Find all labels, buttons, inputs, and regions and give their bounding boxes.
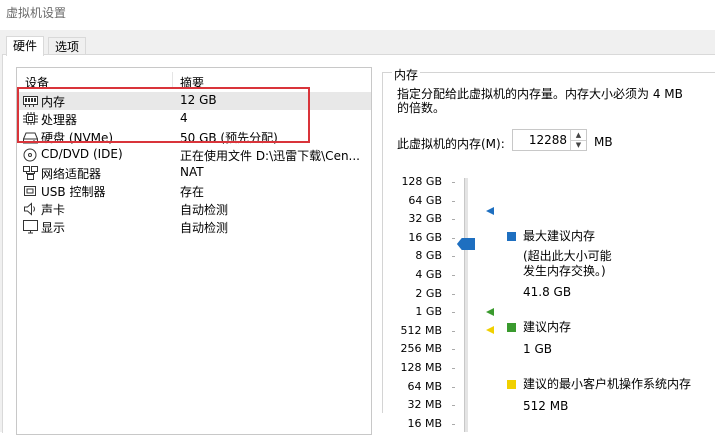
column-separator[interactable] — [172, 72, 173, 88]
spinner-buttons: ▲ ▼ — [570, 130, 586, 150]
scale-label: 512 MB — [400, 323, 442, 337]
scale-label: 8 GB — [415, 249, 442, 263]
cpu-icon — [23, 112, 38, 126]
usb-icon — [23, 184, 38, 198]
device-row-hard-disk[interactable]: 硬盘 (NVMe) 50 GB (预先分配) — [17, 128, 371, 146]
device-row-network-adapter[interactable]: 网络适配器 NAT — [17, 164, 371, 182]
device-row-memory[interactable]: 内存 12 GB — [17, 92, 371, 110]
scale-tick — [452, 275, 455, 276]
memory-size-spinner[interactable]: 12288 ▲ ▼ — [512, 129, 587, 151]
column-header-device[interactable]: 设备 — [25, 74, 49, 91]
device-row-processor[interactable]: 处理器 4 — [17, 110, 371, 128]
memory-group-title: 内存 — [392, 66, 421, 83]
scale-tick — [452, 182, 455, 183]
device-name: 声卡 — [41, 203, 66, 217]
recommended-memory-legend-swatch — [507, 323, 516, 332]
scale-tick — [452, 219, 455, 221]
minimum-memory-marker — [485, 324, 495, 338]
speaker-icon — [23, 202, 38, 216]
cd-dvd-icon — [23, 148, 38, 162]
minimum-memory-value: 512 MB — [523, 399, 569, 413]
scale-tick — [452, 386, 455, 388]
device-name: 网络适配器 — [41, 167, 102, 181]
tab-hardware[interactable]: 硬件 — [6, 36, 45, 56]
scale-label: 16 MB — [407, 416, 442, 430]
device-summary: 自动检测 — [180, 203, 229, 217]
recommended-memory-value: 1 GB — [523, 342, 552, 356]
max-memory-note: 发生内存交换。) — [523, 264, 606, 278]
memory-size-input[interactable]: 12288 — [517, 133, 567, 147]
device-name: USB 控制器 — [41, 185, 106, 199]
device-row-sound-card[interactable]: 声卡 自动检测 — [17, 200, 371, 218]
device-summary: 自动检测 — [180, 221, 229, 235]
scale-label: 128 GB — [401, 175, 442, 188]
device-row-display[interactable]: 显示 自动检测 — [17, 218, 371, 236]
memory-field-label: 此虚拟机的内存(M): — [397, 137, 505, 151]
max-memory-legend-swatch — [507, 232, 516, 241]
monitor-icon — [23, 220, 38, 234]
device-summary: 4 — [180, 111, 188, 125]
scale-label: 2 GB — [415, 286, 442, 300]
scale-label: 16 GB — [408, 230, 442, 244]
max-memory-title: 最大建议内存 — [523, 229, 596, 243]
device-summary: 50 GB (预先分配) — [180, 131, 278, 145]
scale-tick — [452, 200, 455, 202]
minimum-memory-legend-swatch — [507, 380, 516, 389]
max-memory-value: 41.8 GB — [523, 285, 572, 299]
memory-icon — [23, 94, 38, 108]
device-name: 内存 — [41, 95, 66, 109]
column-header-summary[interactable]: 摘要 — [180, 74, 204, 91]
memory-slider-thumb[interactable] — [456, 238, 475, 253]
device-row-usb-controller[interactable]: USB 控制器 存在 — [17, 182, 371, 200]
scale-tick — [452, 349, 455, 351]
device-summary: 正在使用文件 D:\迅雷下载\Cen... — [180, 149, 360, 163]
device-summary: 存在 — [180, 185, 205, 199]
minimum-memory-title: 建议的最小客户机操作系统内存 — [523, 377, 692, 391]
hard-disk-icon — [22, 130, 39, 144]
device-summary: 12 GB — [180, 93, 217, 107]
device-row-cd-dvd[interactable]: CD/DVD (IDE) 正在使用文件 D:\迅雷下载\Cen... — [17, 146, 371, 164]
device-name: 显示 — [41, 221, 66, 235]
scale-tick — [452, 423, 455, 425]
scale-tick — [452, 312, 455, 314]
device-name: 硬盘 (NVMe) — [41, 131, 114, 145]
scale-tick — [452, 330, 455, 332]
memory-unit-label: MB — [594, 135, 613, 149]
spinner-down-button[interactable]: ▼ — [571, 140, 586, 150]
scale-label: 1 GB — [415, 305, 442, 319]
network-adapter-icon — [23, 166, 38, 180]
scale-tick — [452, 405, 455, 407]
title-bar: 虚拟机设置 — [0, 0, 715, 31]
device-name: 处理器 — [41, 113, 78, 127]
scale-tick — [452, 293, 455, 295]
scale-label: 64 GB — [408, 193, 442, 207]
scale-label: 4 GB — [415, 268, 442, 281]
memory-description: 指定分配给此虚拟机的内存量。内存大小必须为 4 MB 的倍数。 — [397, 87, 683, 115]
scale-tick — [452, 256, 455, 258]
scale-label: 32 MB — [407, 398, 442, 412]
scale-label: 32 GB — [408, 212, 442, 226]
device-list[interactable]: 设备 摘要 内存 12 GB 处理器 4 硬盘 (NVMe) 50 GB (预先… — [16, 67, 372, 435]
max-memory-marker — [485, 205, 495, 219]
memory-slider-track[interactable] — [464, 178, 468, 432]
device-name: CD/DVD (IDE) — [41, 147, 123, 161]
device-summary: NAT — [180, 165, 204, 179]
scale-label: 64 MB — [407, 379, 442, 393]
recommended-memory-title: 建议内存 — [523, 320, 572, 334]
scale-label: 256 MB — [400, 342, 442, 356]
recommended-memory-marker — [485, 306, 495, 320]
scale-tick — [452, 237, 455, 239]
scale-tick — [452, 368, 455, 369]
scale-label: 128 MB — [400, 361, 442, 374]
window-title: 虚拟机设置 — [6, 6, 67, 20]
